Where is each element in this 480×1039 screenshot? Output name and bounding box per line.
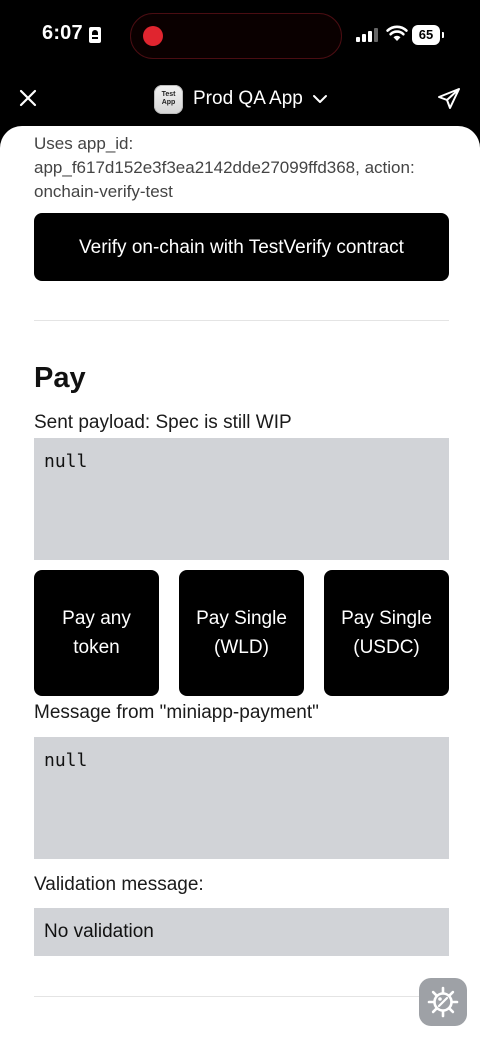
settings-button[interactable]: [419, 978, 467, 1026]
sent-payload-box: null: [34, 438, 449, 560]
dynamic-island: [130, 13, 342, 59]
verify-onchain-button[interactable]: Verify on-chain with TestVerify contract: [34, 213, 449, 281]
divider: [34, 996, 449, 997]
message-label: Message from "miniapp-payment": [34, 702, 319, 723]
sent-payload-label: Sent payload: Spec is still WIP: [34, 412, 292, 433]
divider: [34, 320, 449, 321]
status-bar: 6:07 65: [0, 0, 480, 72]
content-card: Uses app_id: app_f617d152e3f3ea2142dde27…: [0, 126, 480, 1039]
validation-box: No validation: [34, 908, 449, 956]
send-icon[interactable]: [436, 86, 462, 112]
pay-any-token-button[interactable]: Pay any token: [34, 570, 159, 696]
chevron-down-icon: [312, 95, 327, 103]
status-time: 6:07: [42, 22, 83, 44]
recording-indicator-icon: [143, 26, 163, 46]
validation-label: Validation message:: [34, 874, 204, 895]
verify-info-text: Uses app_id: app_f617d152e3f3ea2142dde27…: [34, 134, 415, 201]
close-icon[interactable]: [14, 84, 42, 112]
message-box: null: [34, 737, 449, 859]
signal-icon: [356, 28, 378, 42]
app-title: Prod QA App: [193, 88, 303, 109]
app-switcher[interactable]: Test App Prod QA App: [154, 83, 328, 115]
wifi-icon: [386, 25, 408, 41]
battery-level: 65: [412, 25, 440, 45]
app-logo: Test App: [154, 84, 183, 114]
app-header: Test App Prod QA App: [0, 72, 480, 126]
pay-section-title: Pay: [34, 362, 86, 394]
pay-single-usdc-button[interactable]: Pay Single (USDC): [324, 570, 449, 696]
settings-gear-icon: [427, 986, 459, 1018]
id-card-icon: [89, 27, 101, 43]
battery-icon: 65: [412, 25, 444, 45]
pay-single-wld-button[interactable]: Pay Single (WLD): [179, 570, 304, 696]
